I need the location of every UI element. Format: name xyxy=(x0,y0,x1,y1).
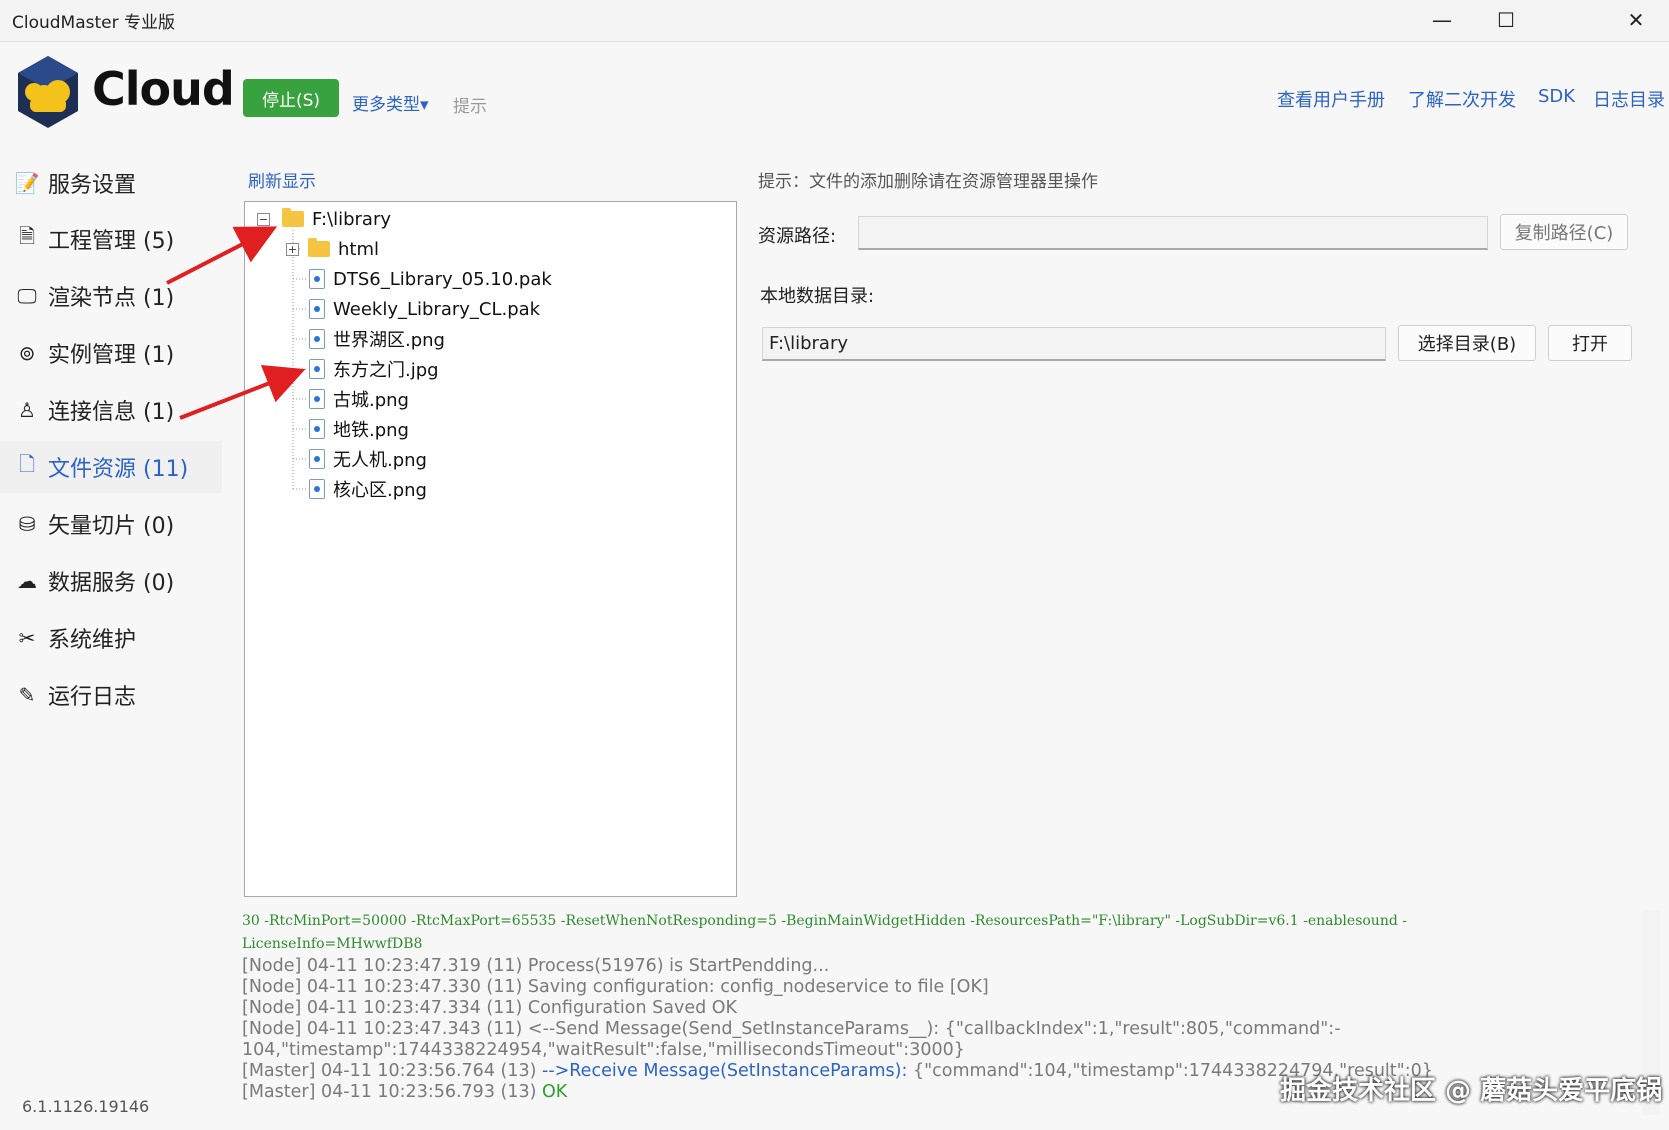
sidebar-item-label: 文件资源 (11) xyxy=(48,457,189,482)
file-icon xyxy=(309,269,325,289)
maximize-icon: ☐ xyxy=(1497,8,1515,32)
folder-icon xyxy=(282,208,304,227)
app-logo-icon xyxy=(18,56,78,128)
title-bar: CloudMaster 专业版 — ☐ ✕ xyxy=(0,0,1669,42)
sidebar-item-label: 实例管理 (1) xyxy=(48,343,175,368)
sidebar-item-label: 系统维护 xyxy=(48,628,137,653)
log-line: [Node] 04-11 10:23:47.319 (11) Process(5… xyxy=(242,956,830,976)
file-icon xyxy=(309,299,325,319)
file-icon: 🗋 xyxy=(18,452,36,476)
document-icon: 🗎 xyxy=(18,224,36,248)
sidebar-item-run-log[interactable]: ✎ 运行日志 xyxy=(0,669,222,721)
tools-icon: ✂ xyxy=(18,626,36,650)
folder-icon xyxy=(308,238,330,257)
expand-icon[interactable]: + xyxy=(286,242,299,256)
settings-icon: 📝 xyxy=(14,171,40,195)
sidebar-item-system-maintenance[interactable]: ✂ 系统维护 xyxy=(0,612,222,664)
user-icon: ♙ xyxy=(18,398,36,422)
user-manual-link[interactable]: 查看用户手册 xyxy=(1277,86,1385,112)
tree-file-row[interactable]: Weekly_Library_CL.pak xyxy=(309,295,540,323)
file-icon xyxy=(309,449,325,469)
tree-file-row[interactable]: 地铁.png xyxy=(309,415,409,443)
file-tree[interactable]: − F:\library + html DTS6_Library_05.10.p… xyxy=(244,201,737,897)
tree-file-row[interactable]: 东方之门.jpg xyxy=(309,355,439,383)
sidebar-item-vector-tiles[interactable]: ⛁ 矢量切片 (0) xyxy=(0,498,222,550)
secondary-dev-link[interactable]: 了解二次开发 xyxy=(1408,86,1516,112)
log-command-line: LicenseInfo=MHwwfDB8 xyxy=(242,936,423,952)
sidebar-item-label: 数据服务 (0) xyxy=(48,571,175,596)
sidebar-item-instance-management[interactable]: ⊚ 实例管理 (1) xyxy=(0,327,222,379)
log-directory-link[interactable]: 日志目录 xyxy=(1593,86,1665,112)
sidebar-item-label: 运行日志 xyxy=(48,685,137,710)
sidebar-item-data-services[interactable]: ☁ 数据服务 (0) xyxy=(0,555,222,607)
file-icon xyxy=(309,389,325,409)
minimize-button[interactable]: — xyxy=(1410,0,1474,40)
local-dir-field[interactable]: F:\library xyxy=(762,327,1386,361)
tree-file-row[interactable]: DTS6_Library_05.10.pak xyxy=(309,265,552,293)
sidebar-item-project-management[interactable]: 🗎 工程管理 (5) xyxy=(0,213,222,265)
sidebar-item-label: 矢量切片 (0) xyxy=(48,514,175,539)
tree-file-row[interactable]: 古城.png xyxy=(309,385,409,413)
log-command-line: 30 -RtcMinPort=50000 -RtcMaxPort=65535 -… xyxy=(242,913,1407,929)
log-line: [Node] 04-11 10:23:47.334 (11) Configura… xyxy=(242,998,738,1018)
watermark: 掘金技术社区 @ 蘑菇头爱平底锅 xyxy=(1280,1076,1663,1106)
instance-icon: ⊚ xyxy=(18,341,36,365)
log-icon: ✎ xyxy=(18,683,36,707)
log-line: [Node] 04-11 10:23:47.343 (11) <--Send M… xyxy=(242,1019,1341,1039)
stop-button[interactable]: 停止(S) xyxy=(243,79,339,117)
sidebar-item-label: 服务设置 xyxy=(48,173,137,198)
version-label: 6.1.1126.19146 xyxy=(22,1097,150,1116)
monitor-icon: 🖵 xyxy=(17,284,37,308)
file-icon xyxy=(309,329,325,349)
brand-name: Cloud xyxy=(92,62,235,116)
close-icon: ✕ xyxy=(1627,8,1645,32)
resource-path-field[interactable] xyxy=(858,216,1488,250)
sidebar-item-file-resources[interactable]: 🗋 文件资源 (11) xyxy=(0,441,222,493)
sidebar-item-service-settings[interactable]: 📝 服务设置 xyxy=(0,157,222,209)
hint-label: 提示 xyxy=(453,97,487,117)
log-line: 104,"timestamp":1744338224954,"waitResul… xyxy=(242,1040,965,1060)
tree-file-row[interactable]: 核心区.png xyxy=(309,475,427,503)
tip-text: 提示：文件的添加删除请在资源管理器里操作 xyxy=(758,172,1098,192)
sdk-link[interactable]: SDK xyxy=(1538,86,1575,107)
sidebar-item-label: 连接信息 (1) xyxy=(48,400,175,425)
refresh-link[interactable]: 刷新显示 xyxy=(248,167,316,192)
tree-file-row[interactable]: 世界湖区.png xyxy=(309,325,445,353)
sidebar-item-label: 工程管理 (5) xyxy=(48,229,175,254)
maximize-button[interactable]: ☐ xyxy=(1474,0,1538,40)
file-icon xyxy=(309,359,325,379)
sidebar-item-render-nodes[interactable]: 🖵 渲染节点 (1) xyxy=(0,270,222,322)
sidebar-item-label: 渲染节点 (1) xyxy=(48,286,175,311)
file-icon xyxy=(309,479,325,499)
collapse-icon[interactable]: − xyxy=(257,212,270,226)
file-icon xyxy=(309,419,325,439)
minimize-icon: — xyxy=(1432,8,1452,32)
log-line: [Node] 04-11 10:23:47.330 (11) Saving co… xyxy=(242,977,989,997)
choose-directory-button[interactable]: 选择目录(B) xyxy=(1398,325,1536,361)
close-button[interactable]: ✕ xyxy=(1604,0,1668,40)
local-dir-label: 本地数据目录: xyxy=(760,286,875,307)
more-types-dropdown[interactable]: 更多类型▾ xyxy=(352,90,429,115)
window-title: CloudMaster 专业版 xyxy=(12,13,176,33)
sidebar-item-connection-info[interactable]: ♙ 连接信息 (1) xyxy=(0,384,222,436)
tree-file-row[interactable]: 无人机.png xyxy=(309,445,427,473)
open-button[interactable]: 打开 xyxy=(1548,325,1632,361)
database-icon: ⛁ xyxy=(18,512,36,536)
copy-path-button[interactable]: 复制路径(C) xyxy=(1500,214,1628,250)
tree-folder-row[interactable]: + html xyxy=(286,235,379,263)
resource-path-label: 资源路径: xyxy=(758,226,837,247)
tree-root-row[interactable]: − F:\library xyxy=(257,205,391,233)
cloud-upload-icon: ☁ xyxy=(17,569,37,593)
